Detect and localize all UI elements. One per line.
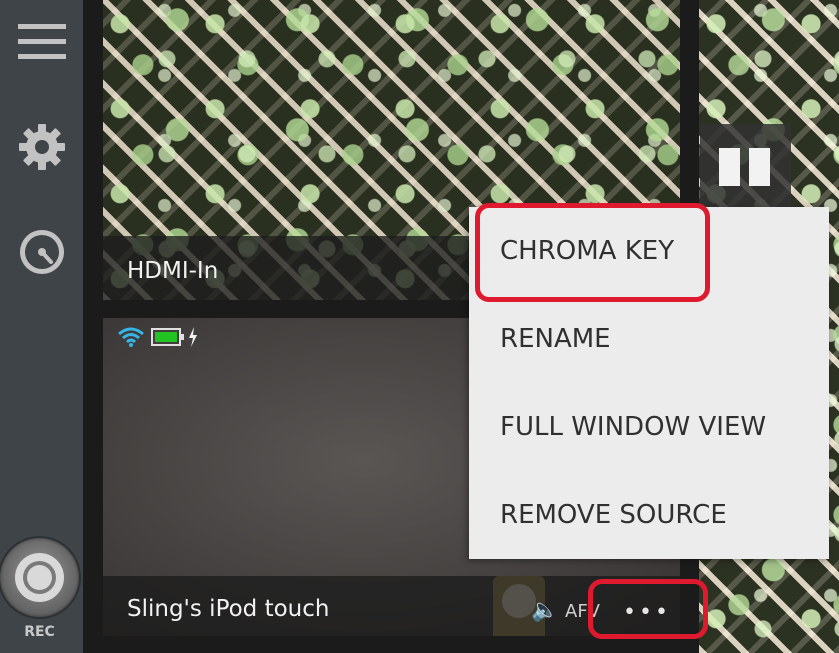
pause-icon: [719, 148, 740, 186]
source-name: Sling's iPod touch: [127, 596, 330, 622]
record-icon: [15, 553, 64, 602]
wifi-icon: [118, 327, 144, 347]
hamburger-menu-icon[interactable]: [0, 22, 83, 62]
record-button[interactable]: [0, 538, 79, 617]
menu-item-full-window-view[interactable]: FULL WINDOW VIEW: [469, 383, 829, 471]
source-name: HDMI-In: [127, 258, 219, 284]
speaker-icon[interactable]: 🔈: [531, 598, 558, 623]
menu-item-remove-source[interactable]: REMOVE SOURCE: [469, 471, 829, 559]
sidebar: REC: [0, 0, 83, 653]
charging-icon: [189, 327, 197, 347]
gauge-icon[interactable]: [0, 228, 83, 276]
more-options-button[interactable]: •••: [623, 600, 671, 625]
device-status: [117, 326, 198, 348]
battery-icon: [151, 328, 184, 346]
pause-button[interactable]: [700, 124, 791, 210]
menu-item-chroma-key[interactable]: CHROMA KEY: [469, 207, 829, 295]
source-context-menu: CHROMA KEY RENAME FULL WINDOW VIEW REMOV…: [469, 207, 829, 559]
record-label: REC: [24, 624, 55, 640]
afv-label[interactable]: AFV: [565, 601, 600, 622]
gear-icon[interactable]: [0, 124, 83, 170]
menu-item-rename[interactable]: RENAME: [469, 295, 829, 383]
